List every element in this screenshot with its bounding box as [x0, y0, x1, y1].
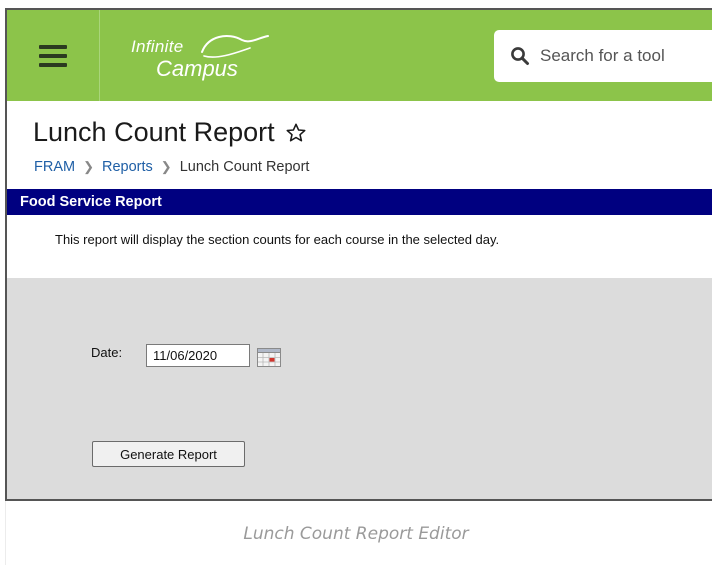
report-description-area: This report will display the section cou… [7, 215, 712, 278]
star-outline-icon[interactable] [285, 122, 307, 144]
infinite-campus-logo[interactable]: Infinite Campus [128, 26, 288, 86]
report-form: Date: Generate Report [7, 278, 712, 499]
page-title: Lunch Count Report [33, 117, 275, 147]
chevron-right-icon: ❯ [160, 159, 172, 174]
page: Infinite Campus Search for a tool Lunch … [0, 0, 712, 565]
date-field[interactable] [146, 344, 250, 367]
figure-caption: Lunch Count Report Editor [243, 524, 469, 544]
calendar-icon[interactable] [257, 348, 281, 367]
section-header-food-service-report: Food Service Report [7, 189, 712, 215]
page-title-row: Lunch Count Report [33, 117, 307, 148]
tool-search-input[interactable]: Search for a tool [494, 30, 712, 82]
breadcrumb: FRAM ❯ Reports ❯ Lunch Count Report [34, 159, 309, 175]
top-header-bar: Infinite Campus Search for a tool [7, 10, 712, 101]
screenshot-frame: Infinite Campus Search for a tool Lunch … [5, 8, 712, 501]
hamburger-menu-icon [39, 44, 67, 67]
search-icon [511, 47, 529, 65]
date-label: Date: [91, 345, 123, 360]
logo-text-campus: Campus [156, 56, 238, 81]
page-header: Lunch Count Report FRAM ❯ Reports ❯ Lunc… [7, 101, 712, 189]
report-description: This report will display the section cou… [55, 232, 500, 247]
main-menu-button[interactable] [7, 10, 100, 101]
breadcrumb-item-current: Lunch Count Report [179, 159, 310, 175]
logo-text-infinite: Infinite [131, 37, 184, 56]
generate-report-button[interactable]: Generate Report [92, 441, 245, 467]
chevron-right-icon: ❯ [83, 159, 94, 174]
breadcrumb-item-reports[interactable]: Reports [102, 159, 153, 175]
search-placeholder: Search for a tool [540, 46, 665, 65]
breadcrumb-item-fram[interactable]: FRAM [34, 159, 75, 175]
